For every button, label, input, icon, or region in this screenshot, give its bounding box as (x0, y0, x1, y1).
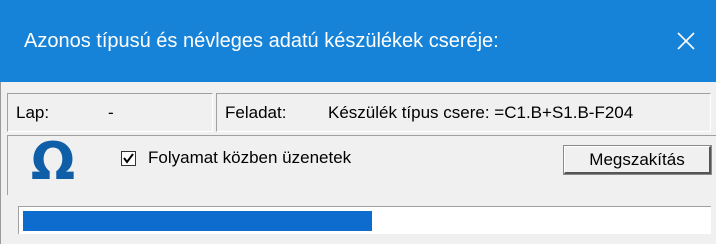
progress-dialog: Azonos típusú és névleges adatú készülék… (0, 0, 716, 244)
omega-icon: Ω (30, 132, 76, 192)
window-title: Azonos típusú és névleges adatú készülék… (24, 30, 499, 52)
close-icon (677, 32, 695, 50)
lap-value: - (108, 103, 114, 122)
lap-status-panel: Lap: - (7, 93, 213, 132)
progress-bar-fill (23, 211, 372, 231)
messages-checkbox-label[interactable]: Folyamat közben üzenetek (148, 145, 351, 171)
close-button[interactable] (656, 0, 716, 82)
checkmark-icon (123, 153, 134, 164)
messages-checkbox[interactable] (121, 151, 136, 166)
feladat-label: Feladat: (225, 103, 287, 122)
progress-bar (18, 206, 711, 234)
dialog-body: Lap: - Feladat: Készülék típus csere: =C… (0, 82, 716, 244)
feladat-status-panel: Feladat: Készülék típus csere: =C1.B+S1.… (216, 93, 711, 132)
title-bar[interactable]: Azonos típusú és névleges adatú készülék… (0, 0, 716, 82)
cancel-button[interactable]: Megszakítás (563, 145, 712, 175)
lap-label: Lap: (16, 103, 50, 122)
feladat-value: Készülék típus csere: =C1.B+S1.B-F204 (328, 103, 634, 122)
